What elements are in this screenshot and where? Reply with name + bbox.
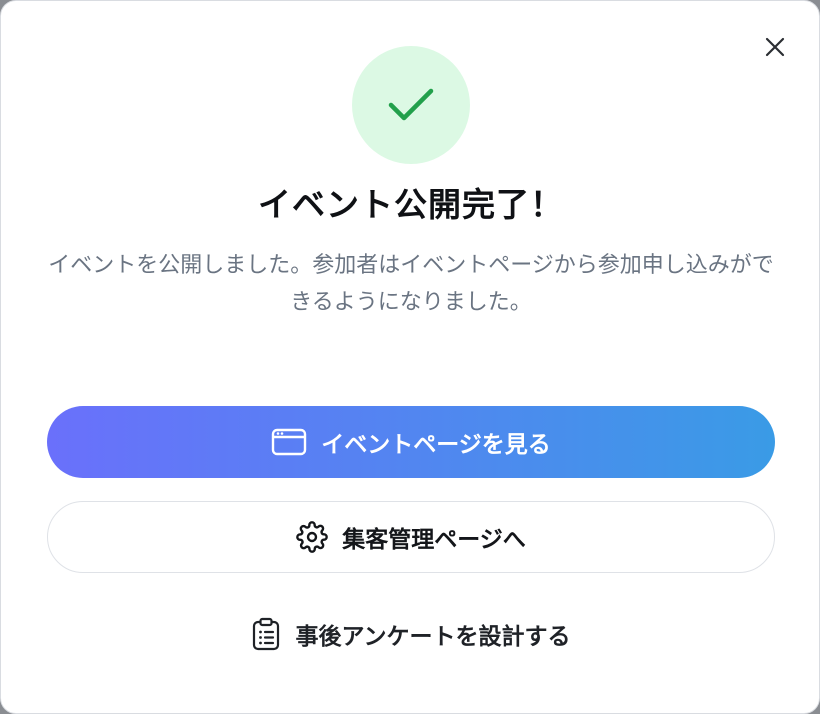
close-button[interactable] bbox=[759, 31, 791, 63]
dialog-title: イベント公開完了！ bbox=[258, 185, 564, 224]
clipboard-list-icon bbox=[253, 617, 280, 651]
dialog-description: イベントを公開しました。参加者はイベントページから参加申し込みができるようになり… bbox=[48, 253, 774, 315]
view-event-page-label: イベントページを見る bbox=[321, 432, 551, 458]
design-survey-button[interactable]: 事後アンケートを設計する bbox=[47, 599, 775, 669]
check-icon bbox=[388, 88, 434, 121]
gear-icon bbox=[296, 521, 329, 553]
design-survey-label: 事後アンケートを設計する bbox=[295, 624, 571, 650]
success-badge bbox=[352, 46, 470, 164]
attendee-management-label: 集客管理ページへ bbox=[342, 527, 526, 553]
close-icon bbox=[765, 37, 785, 57]
browser-window-icon bbox=[272, 428, 307, 456]
view-event-page-button[interactable]: イベントページを見る bbox=[47, 406, 775, 478]
attendee-management-button[interactable]: 集客管理ページへ bbox=[47, 501, 775, 573]
event-published-dialog: イベント公開完了！ イベントを公開しました。参加者はイベントページから参加申し込… bbox=[0, 0, 820, 714]
